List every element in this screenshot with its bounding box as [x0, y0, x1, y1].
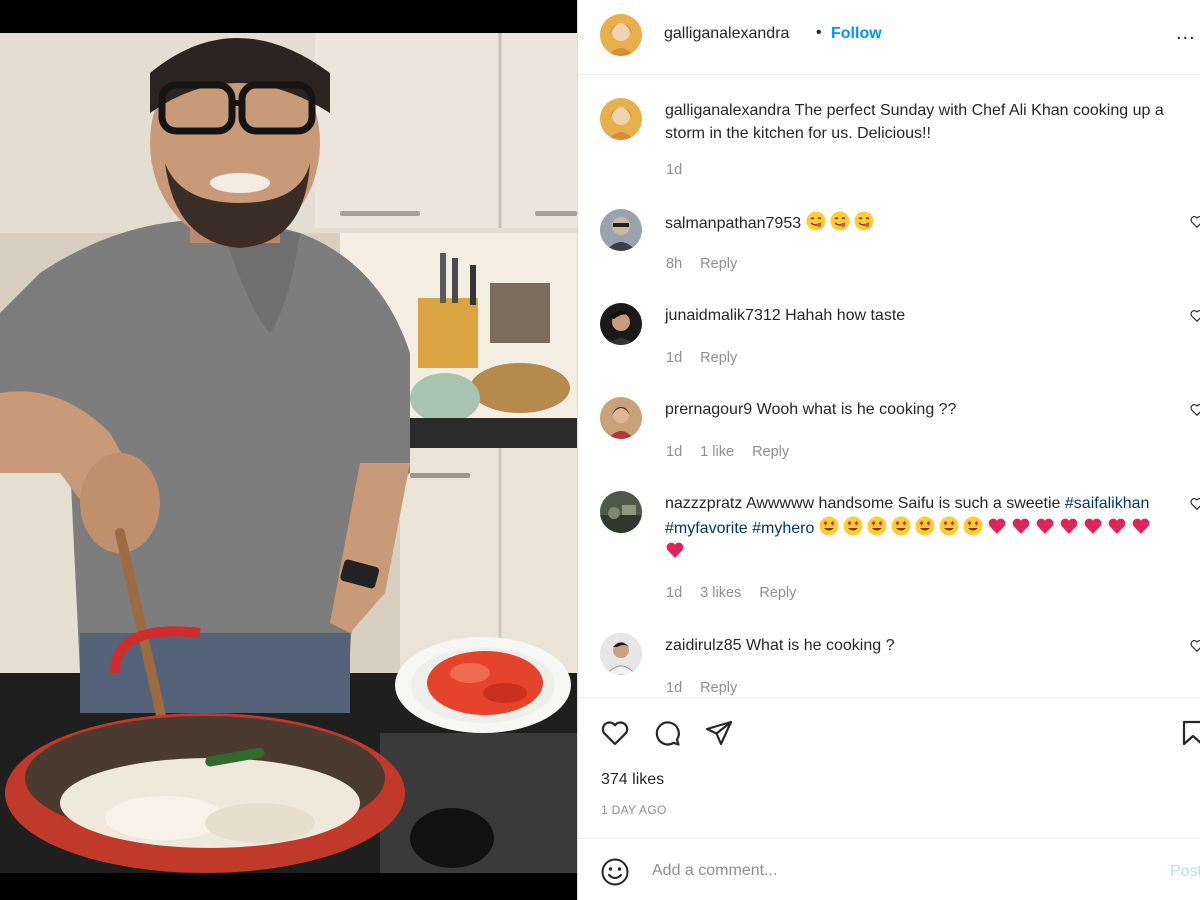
commenter-avatar[interactable] — [600, 303, 642, 345]
post-media — [0, 0, 577, 900]
comment-meta: 1d Reply — [666, 680, 751, 696]
comment-username[interactable]: prernagour9 — [665, 401, 752, 418]
red-heart-emoji-icon — [1012, 518, 1030, 534]
comment-time[interactable]: 1d — [666, 585, 682, 601]
post-header: galliganalexandra • Follow ... — [578, 0, 1200, 75]
heart-eyes-emoji-icon — [939, 516, 959, 535]
heart-eyes-emoji-icon — [819, 516, 839, 535]
author-avatar[interactable] — [600, 98, 642, 140]
comment-meta: 1d Reply — [666, 350, 751, 366]
commenter-avatar[interactable] — [600, 397, 642, 439]
comment-body: Awwwww handsome Saifu is such a sweetie — [745, 495, 1061, 512]
heart-eyes-emoji-icon — [891, 516, 911, 535]
comment-time[interactable]: 1d — [666, 350, 682, 366]
header-separator: • — [816, 24, 822, 41]
post-side-panel: galliganalexandra • Follow ... galligana… — [577, 0, 1200, 900]
comment-meta: 8h Reply — [666, 256, 751, 272]
post-photo — [0, 33, 577, 873]
comment-time[interactable]: 1d — [666, 680, 682, 696]
comment-body: What is he cooking ? — [745, 637, 895, 654]
bookmark-icon[interactable] — [1178, 718, 1200, 748]
comment-time[interactable]: 1d — [666, 444, 682, 460]
heart-eyes-emoji-icon — [843, 516, 863, 535]
caption-meta: 1d — [666, 162, 696, 178]
comment-meta: 1d 3 likes Reply — [666, 585, 810, 601]
comment-meta: 1d 1 like Reply — [666, 444, 803, 460]
post-timestamp[interactable]: 1 DAY AGO — [601, 803, 667, 817]
red-heart-emoji-icon — [1108, 518, 1126, 534]
yum-emoji-icon — [854, 211, 874, 231]
reply-button[interactable]: Reply — [752, 444, 789, 460]
reply-button[interactable]: Reply — [700, 680, 737, 696]
caption-username[interactable]: galliganalexandra — [665, 102, 790, 119]
like-comment-heart-icon[interactable] — [1190, 215, 1200, 229]
comment-body: Wooh what is he cooking ?? — [756, 401, 957, 418]
heart-eyes-emoji-icon — [867, 516, 887, 535]
smiley-icon[interactable] — [600, 857, 630, 887]
red-heart-emoji-icon — [666, 542, 684, 558]
yum-emoji-icon — [830, 211, 850, 231]
post-comment-button[interactable]: Post — [1170, 863, 1200, 881]
reply-button[interactable]: Reply — [700, 350, 737, 366]
comment-username[interactable]: zaidirulz85 — [665, 637, 741, 654]
more-options-icon[interactable]: ... — [1176, 22, 1196, 45]
red-heart-emoji-icon — [988, 518, 1006, 534]
comment-input[interactable] — [652, 857, 1152, 885]
comment-icon[interactable] — [652, 718, 682, 748]
like-comment-heart-icon[interactable] — [1190, 497, 1200, 511]
caption-time[interactable]: 1d — [666, 162, 682, 178]
comment-text: prernagour9 Wooh what is he cooking ?? — [665, 399, 1175, 422]
yum-emoji-icon — [806, 211, 826, 231]
red-heart-emoji-icon — [1084, 518, 1102, 534]
comments-list[interactable]: galliganalexandra The perfect Sunday wit… — [578, 76, 1200, 696]
red-heart-emoji-icon — [1036, 518, 1054, 534]
comment-like-count[interactable]: 1 like — [700, 444, 734, 460]
comment-username[interactable]: nazzzpratz — [665, 495, 742, 512]
like-comment-heart-icon[interactable] — [1190, 309, 1200, 323]
like-comment-heart-icon[interactable] — [1190, 639, 1200, 653]
red-heart-emoji-icon — [1060, 518, 1078, 534]
comment-body: Hahah how taste — [785, 307, 906, 324]
commenter-avatar[interactable] — [600, 491, 642, 533]
add-comment-bar: Post — [578, 838, 1200, 900]
comment-username[interactable]: junaidmalik7312 — [665, 307, 781, 324]
follow-button[interactable]: Follow — [831, 25, 882, 43]
caption-text: galliganalexandra The perfect Sunday wit… — [665, 100, 1175, 145]
paper-plane-icon[interactable] — [704, 718, 734, 748]
heart-icon[interactable] — [600, 718, 630, 748]
reply-button[interactable]: Reply — [700, 256, 737, 272]
cooking-photo-illustration — [0, 33, 577, 873]
author-username[interactable]: galliganalexandra — [664, 25, 789, 43]
post-actions: 374 likes 1 DAY AGO — [578, 697, 1200, 837]
heart-eyes-emoji-icon — [963, 516, 983, 535]
comment-text: nazzzpratz Awwwww handsome Saifu is such… — [665, 493, 1175, 565]
reply-button[interactable]: Reply — [759, 585, 796, 601]
comment-time[interactable]: 8h — [666, 256, 682, 272]
comment-text: salmanpathan7953 — [665, 211, 1175, 236]
heart-eyes-emoji-icon — [915, 516, 935, 535]
comment-username[interactable]: salmanpathan7953 — [665, 215, 801, 232]
author-avatar[interactable] — [600, 14, 642, 56]
red-heart-emoji-icon — [1132, 518, 1150, 534]
comment-like-count[interactable]: 3 likes — [700, 585, 741, 601]
comment-text: zaidirulz85 What is he cooking ? — [665, 635, 1175, 658]
commenter-avatar[interactable] — [600, 209, 642, 251]
like-comment-heart-icon[interactable] — [1190, 403, 1200, 417]
likes-count[interactable]: 374 likes — [601, 771, 664, 789]
commenter-avatar[interactable] — [600, 633, 642, 675]
comment-text: junaidmalik7312 Hahah how taste — [665, 305, 1175, 328]
